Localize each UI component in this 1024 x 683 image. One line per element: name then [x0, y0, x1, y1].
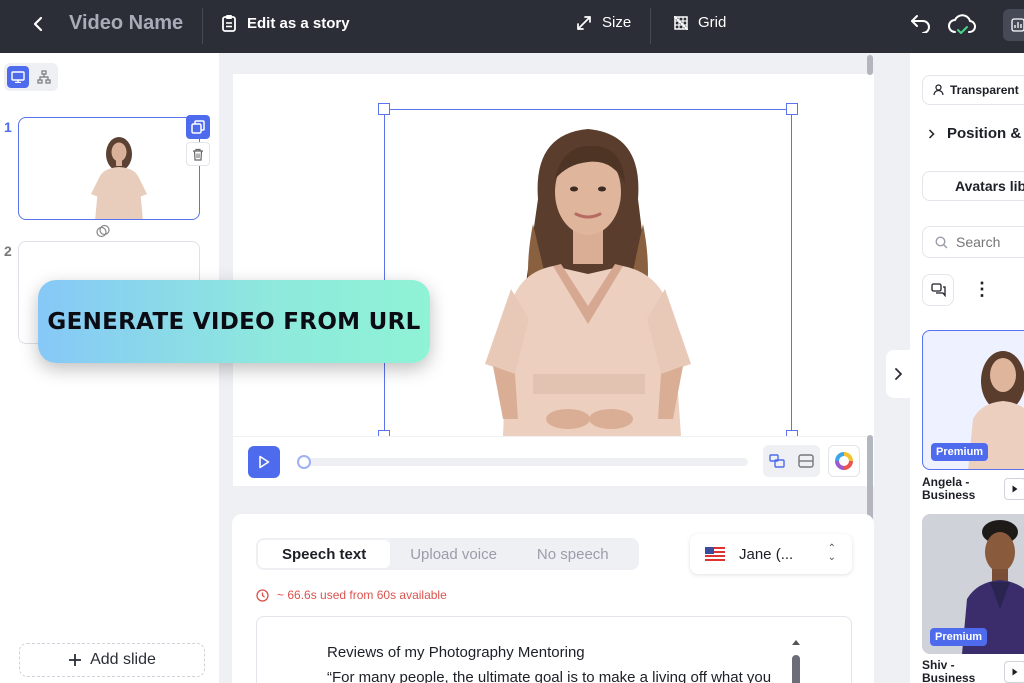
divider [202, 8, 203, 44]
speech-tabs: Speech text Upload voice No speech [256, 538, 639, 570]
split-layout-icon[interactable] [798, 454, 814, 468]
view-toggle [4, 63, 58, 91]
us-flag-icon [705, 547, 725, 561]
delete-slide-icon[interactable] [186, 142, 210, 166]
duplicate-slide-icon[interactable] [186, 115, 210, 139]
chat-filter-button[interactable] [922, 274, 954, 306]
avatar-thumbnail-figure [91, 137, 147, 219]
divider [650, 8, 651, 44]
chevron-right-icon [928, 128, 935, 139]
background-transparent-button[interactable]: Transparent [922, 75, 1024, 105]
slides-view-icon[interactable] [7, 66, 29, 88]
resize-handle[interactable] [786, 103, 798, 115]
grid-off-icon [674, 15, 688, 30]
tree-view-icon[interactable] [33, 66, 55, 88]
timeline-knob[interactable] [297, 455, 311, 469]
speech-line: “For many people, the ultimate goal is t… [327, 669, 772, 683]
undo-icon[interactable] [910, 13, 932, 38]
top-bar: Video Name Edit as a story Size Grid [0, 0, 1024, 53]
speech-line: Reviews of my Photography Mentoring [327, 644, 585, 661]
tab-no-speech[interactable]: No speech [517, 540, 629, 568]
add-slide-button[interactable]: Add slide [19, 643, 205, 677]
analytics-button[interactable] [1003, 9, 1024, 41]
premium-badge: Premium [931, 443, 989, 461]
usage-text: ~ 66.6s used from 60s available [277, 588, 447, 602]
color-wheel-icon [835, 452, 853, 470]
back-arrow-icon[interactable] [28, 14, 48, 34]
scrollbar-thumb[interactable] [867, 55, 873, 75]
clock-icon [256, 588, 269, 602]
speech-panel: Speech text Upload voice No speech Jane … [232, 514, 874, 683]
search-input[interactable] [956, 234, 1024, 250]
premium-badge: Premium [930, 628, 988, 646]
resize-icon [577, 15, 591, 30]
tab-speech-text[interactable]: Speech text [258, 540, 391, 568]
more-options-icon[interactable]: ⋮ [973, 279, 991, 300]
slide-number: 1 [4, 119, 12, 135]
player-bar [233, 436, 874, 486]
canvas-scrollbar[interactable] [867, 55, 873, 540]
collapse-panel-button[interactable] [886, 350, 910, 398]
color-wheel-button[interactable] [828, 445, 860, 477]
textarea-scrollbar[interactable] [791, 639, 800, 683]
banner-text: GENERATE VIDEO FROM URL [47, 308, 421, 335]
plus-icon [69, 654, 82, 666]
voice-name: Jane (... [739, 545, 794, 563]
avatar-card[interactable]: Premium [922, 330, 1024, 470]
tab-upload-voice[interactable]: Upload voice [390, 540, 517, 568]
resize-handle[interactable] [378, 103, 390, 115]
slide-number: 2 [4, 243, 12, 259]
updown-chevron-icon: ⌃ ⌄ [827, 543, 836, 563]
add-slide-label: Add slide [90, 651, 156, 668]
usage-warning: ~ 66.6s used from 60s available [256, 588, 447, 602]
preview-play-icon[interactable] [1004, 478, 1024, 500]
voice-select[interactable]: Jane (... ⌃ ⌄ [690, 534, 852, 574]
search-icon [935, 235, 948, 248]
timeline-track[interactable] [299, 458, 748, 466]
bar-chart-icon [1011, 18, 1024, 32]
clipboard-icon [222, 15, 236, 32]
edit-as-story-button[interactable]: Edit as a story [221, 14, 350, 32]
size-label: Size [602, 14, 632, 31]
preview-play-icon[interactable] [1004, 661, 1024, 683]
size-button[interactable]: Size [576, 14, 631, 31]
chat-bubbles-icon [930, 283, 946, 297]
avatar-name: Angela - Business [922, 475, 976, 502]
speech-textarea[interactable]: Reviews of my Photography Mentoring “For… [256, 616, 852, 683]
avatar-selection-box[interactable] [384, 109, 792, 439]
play-icon [259, 455, 270, 469]
avatar-card[interactable]: Premium [922, 514, 1024, 654]
video-title[interactable]: Video Name [69, 12, 183, 35]
position-label: Position & C [947, 125, 1024, 142]
layout-toggle [763, 445, 820, 477]
slide-thumbnail-1[interactable] [18, 117, 200, 220]
position-section-toggle[interactable]: Position & C [928, 125, 1024, 142]
transparent-label: Transparent [950, 83, 1019, 97]
promo-banner: GENERATE VIDEO FROM URL [38, 280, 430, 363]
grid-label: Grid [698, 14, 727, 31]
chevron-right-icon [895, 368, 902, 380]
edit-as-story-label: Edit as a story [247, 14, 350, 32]
overlay-layout-icon[interactable] [769, 454, 785, 468]
person-icon [933, 84, 944, 96]
avatar-panel: Transparent Position & C Avatars lib ⋮ P… [910, 53, 1024, 683]
avatar-search [922, 226, 1024, 258]
grid-button[interactable]: Grid [674, 14, 726, 31]
cloud-saved-icon[interactable] [948, 12, 976, 43]
play-button[interactable] [248, 446, 280, 478]
slides-panel: 1 2 Add slide [0, 53, 219, 683]
avatars-library-button[interactable]: Avatars lib [922, 171, 1024, 201]
avatar-name: Shiv - Business [922, 658, 976, 683]
